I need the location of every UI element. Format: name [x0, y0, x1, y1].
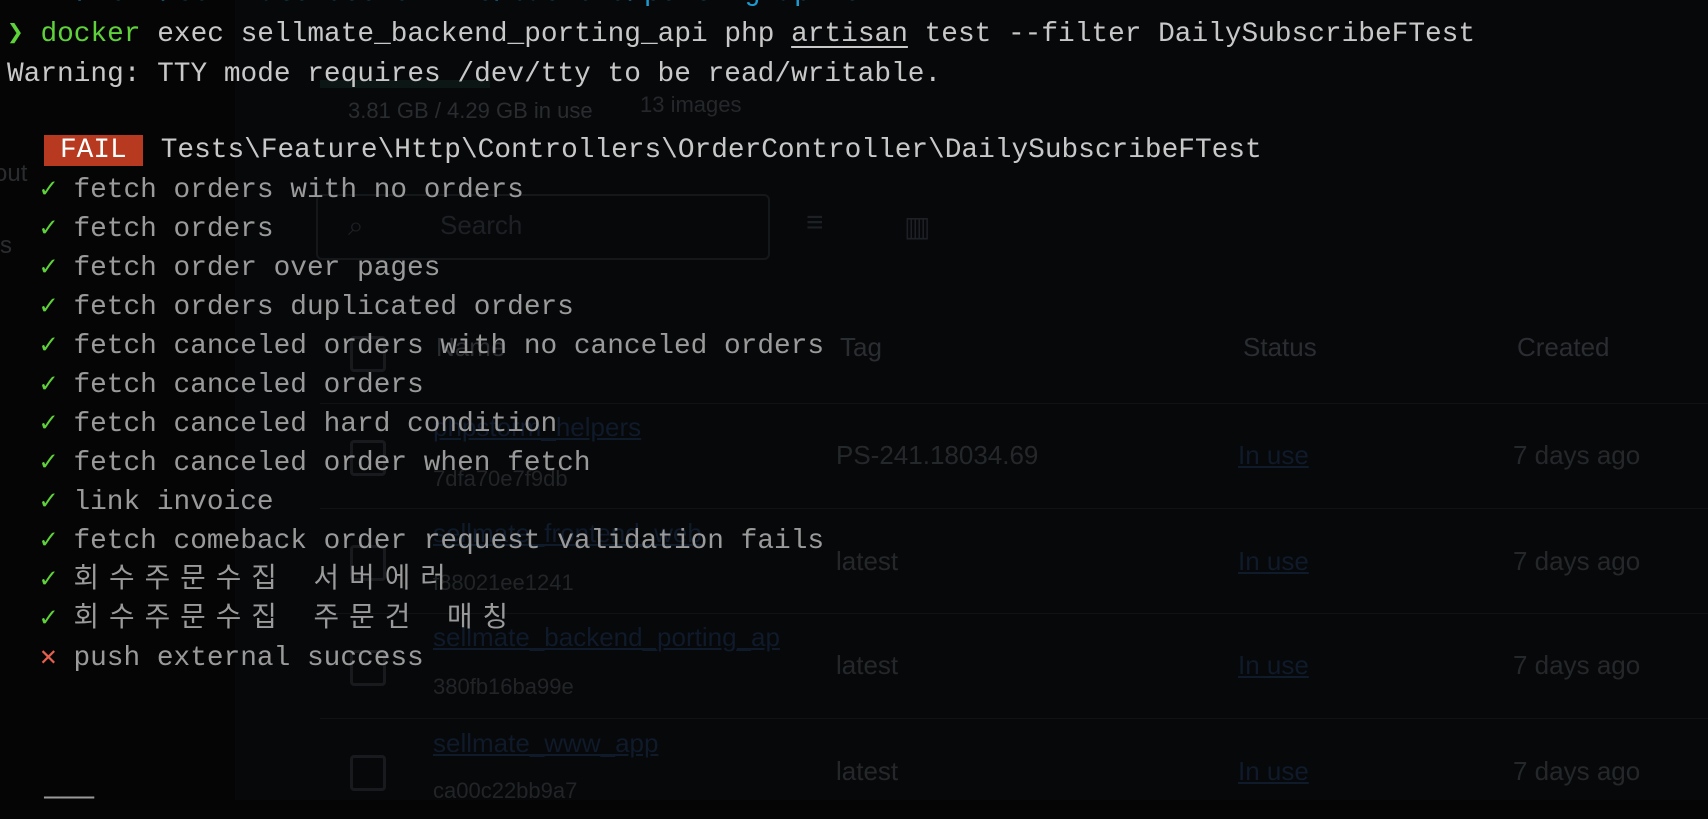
test-result: ✓ fetch orders with no orders [40, 171, 524, 210]
test-name: fetch canceled orders with no canceled o… [73, 331, 825, 362]
prompt-symbol: ❯ [7, 19, 24, 50]
filter-icon[interactable]: ≡ [806, 206, 824, 240]
warning-line: Warning: TTY mode requires /dev/tty to b… [7, 59, 942, 90]
image-tag: latest [836, 650, 899, 680]
columns-icon[interactable]: ▥ [904, 210, 930, 243]
test-name: fetch orders with no orders [73, 175, 524, 206]
command-artisan: artisan [791, 19, 908, 50]
image-status-link[interactable]: In use [1238, 546, 1309, 577]
prompt-path: ~/work/sellmate-docker-210/backend/porti… [60, 0, 877, 13]
test-name: 회수주문수집 주문건 매칭 [73, 604, 519, 635]
test-result: ✓ link invoice [40, 483, 274, 522]
terminal-output[interactable]: ~/work/sellmate-docker-210/backend/porti… [0, 0, 1475, 815]
check-icon: ✓ [40, 292, 57, 323]
image-created: 7 days ago [1513, 440, 1641, 470]
search-icon: ⌕ [348, 210, 364, 241]
image-hash: 380fb16ba99e [433, 674, 574, 699]
column-header-tag[interactable]: Tag [840, 332, 882, 363]
check-icon: ✓ [40, 253, 57, 284]
check-icon: ✓ [40, 370, 57, 401]
test-name: push external success [73, 643, 424, 674]
command-line: ❯ docker exec sellmate_backend_porting_a… [7, 15, 1475, 54]
test-result: ✕ push external success [40, 639, 424, 678]
search-placeholder: Search [440, 210, 523, 240]
test-name: link invoice [73, 487, 274, 518]
image-status-link[interactable]: In use [1238, 756, 1309, 787]
command-args-rest: test --filter DailySubscribeFTest [924, 19, 1476, 50]
image-name-link[interactable]: sellmate_www_app [433, 728, 658, 759]
column-header-created[interactable]: Created [1517, 332, 1610, 363]
image-status-link[interactable]: In use [1238, 650, 1309, 681]
image-created: 7 days ago [1513, 546, 1641, 576]
test-result: ✓ 회수주문수집 주문건 매칭 [40, 600, 518, 639]
image-status-link[interactable]: In use [1238, 440, 1309, 471]
cross-icon: ✕ [40, 643, 57, 674]
test-name: fetch orders duplicated orders [73, 292, 574, 323]
image-tag: latest [836, 546, 899, 576]
disk-usage: 3.81 GB / 4.29 GB in use [348, 98, 593, 123]
image-count: 13 images [640, 92, 742, 117]
image-created: 7 days ago [1513, 756, 1641, 786]
test-result: ✓ fetch comeback order request validatio… [40, 522, 824, 561]
check-icon: ✓ [40, 565, 57, 596]
image-tag: PS-241.18034.69 [836, 440, 1039, 470]
test-name: fetch canceled hard condition [73, 409, 558, 440]
divider [320, 613, 1708, 614]
image-tag: latest [836, 756, 899, 786]
check-icon: ✓ [40, 331, 57, 362]
divider [320, 718, 1708, 719]
row-checkbox[interactable] [350, 755, 386, 791]
divider [320, 508, 1708, 509]
test-name: fetch canceled order when fetch [73, 448, 591, 479]
image-hash: ca00c22bb9a7 [433, 778, 578, 803]
test-class: Tests\Feature\Http\Controllers\OrderCont… [160, 135, 1262, 166]
divider [320, 403, 1708, 404]
check-icon: ✓ [40, 526, 57, 557]
test-result: ✓ fetch canceled orders with no canceled… [40, 327, 824, 366]
test-result: ✓ 회수주문수집 서버에러 [40, 561, 456, 600]
check-icon: ✓ [40, 214, 57, 245]
image-created: 7 days ago [1513, 650, 1641, 680]
command-name: docker [40, 19, 141, 50]
test-result: ✓ fetch orders [40, 210, 274, 249]
test-result: ✓ fetch order over pages [40, 249, 440, 288]
test-result: ✓ fetch canceled order when fetch [40, 444, 591, 483]
test-name: fetch order over pages [73, 253, 441, 284]
check-icon: ✓ [40, 448, 57, 479]
check-icon: ✓ [40, 175, 57, 206]
test-name: fetch orders [73, 214, 274, 245]
test-result: ✓ fetch canceled hard condition [40, 405, 557, 444]
test-name: fetch comeback order request validation … [73, 526, 825, 557]
test-name: fetch canceled orders [73, 370, 424, 401]
check-icon: ✓ [40, 487, 57, 518]
column-header-status[interactable]: Status [1243, 332, 1317, 363]
fail-badge: FAIL [44, 135, 143, 166]
command-args: exec sellmate_backend_porting_api php [157, 19, 775, 50]
test-result: ✓ fetch orders duplicated orders [40, 288, 574, 327]
check-icon: ✓ [40, 409, 57, 440]
test-result: ✓ fetch canceled orders [40, 366, 424, 405]
check-icon: ✓ [40, 604, 57, 635]
test-name: 회수주문수집 서버에러 [73, 565, 456, 596]
test-class-line: FAIL Tests\Feature\Http\Controllers\Order… [7, 131, 1262, 170]
